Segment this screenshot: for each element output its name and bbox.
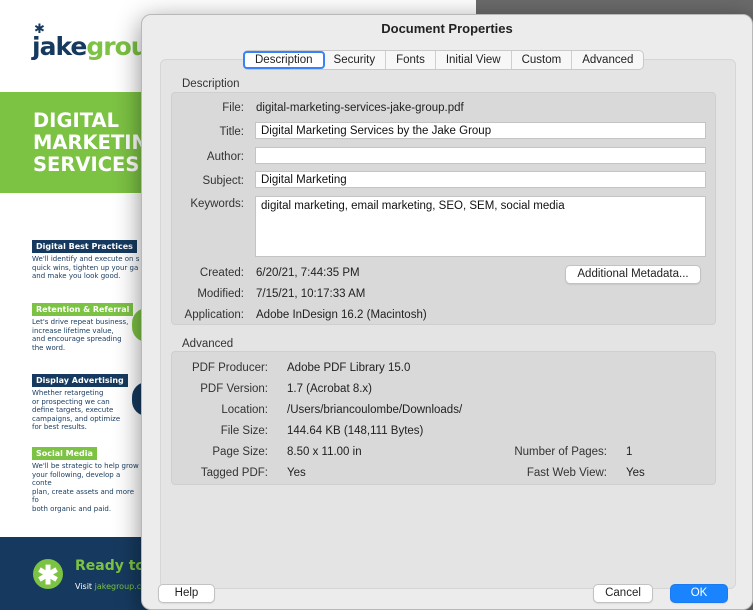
- author-field[interactable]: [255, 147, 706, 164]
- description-group-box: File: digital-marketing-services-jake-gr…: [171, 92, 716, 325]
- title-label: Title:: [219, 126, 245, 138]
- subject-field[interactable]: [255, 171, 706, 188]
- ok-button[interactable]: OK: [670, 584, 728, 603]
- service-description: We'll identify and execute on s quick wi…: [32, 255, 140, 280]
- service-tag: Digital Best Practices: [32, 240, 137, 253]
- tab-fonts[interactable]: Fonts: [386, 51, 436, 69]
- service-block: Digital Best Practices We'll identify an…: [32, 238, 142, 281]
- tab-content-panel: Description File: digital-marketing-serv…: [160, 59, 736, 589]
- fast-web-view-value: Yes: [626, 467, 645, 479]
- help-button[interactable]: Help: [158, 584, 215, 603]
- pdf-version-value: 1.7 (Acrobat 8.x): [287, 383, 373, 395]
- page-size-label: Page Size:: [212, 446, 268, 458]
- fast-web-view-label: Fast Web View:: [526, 467, 607, 479]
- author-label: Author:: [206, 151, 244, 163]
- tab-initial-view[interactable]: Initial View: [436, 51, 512, 69]
- tagged-pdf-value: Yes: [287, 467, 306, 479]
- tab-description[interactable]: Description: [243, 51, 325, 69]
- service-tag: Retention & Referral: [32, 303, 134, 316]
- modified-value: 7/15/21, 10:17:33 AM: [256, 288, 366, 300]
- file-value: digital-marketing-services-jake-group.pd…: [256, 102, 464, 114]
- cancel-button[interactable]: Cancel: [593, 584, 653, 603]
- tab-security[interactable]: Security: [324, 51, 387, 69]
- service-block: Social Media We'll be strategic to help …: [32, 445, 142, 513]
- tab-advanced[interactable]: Advanced: [572, 51, 643, 69]
- number-of-pages-label: Number of Pages:: [514, 446, 607, 458]
- keywords-field[interactable]: digital marketing, email marketing, SEO,…: [255, 196, 706, 257]
- number-of-pages-value: 1: [626, 446, 633, 458]
- advanced-group-box: PDF Producer: Adobe PDF Library 15.0 PDF…: [171, 351, 716, 485]
- pdf-producer-value: Adobe PDF Library 15.0: [287, 362, 411, 374]
- page-size-value: 8.50 x 11.00 in: [287, 446, 362, 458]
- file-size-label: File Size:: [220, 425, 268, 437]
- service-block: Display Advertising Whether retargeting …: [32, 372, 142, 432]
- service-description: We'll be strategic to help grow your fol…: [32, 462, 139, 513]
- keywords-label: Keywords:: [190, 198, 244, 210]
- service-tag: Social Media: [32, 447, 97, 460]
- created-value: 6/20/21, 7:44:35 PM: [256, 267, 360, 279]
- location-value: /Users/briancoulombe/Downloads/: [287, 404, 463, 416]
- service-tag: Display Advertising: [32, 374, 128, 387]
- tab-bar: Description Security Fonts Initial View …: [243, 50, 645, 70]
- additional-metadata-button[interactable]: Additional Metadata...: [565, 265, 701, 284]
- pdf-version-label: PDF Version:: [200, 383, 268, 395]
- service-block: Retention & Referral Let's drive repeat …: [32, 301, 142, 352]
- created-label: Created:: [199, 267, 244, 279]
- tagged-pdf-label: Tagged PDF:: [200, 467, 268, 479]
- service-description: Let's drive repeat business, increase li…: [32, 318, 129, 352]
- dialog-title: Document Properties: [381, 21, 513, 36]
- modified-label: Modified:: [197, 288, 244, 300]
- application-label: Application:: [184, 309, 244, 321]
- application-value: Adobe InDesign 16.2 (Macintosh): [256, 309, 427, 321]
- service-description: Whether retargeting or prospecting we ca…: [32, 389, 121, 431]
- file-size-value: 144.64 KB (148,111 Bytes): [287, 425, 424, 437]
- document-properties-dialog: Document Properties Description Security…: [141, 14, 753, 610]
- footer-visit-text: Visit jakegroup.c: [75, 582, 142, 591]
- footer-link[interactable]: jakegroup.c: [95, 582, 142, 591]
- asterisk-icon: ✱: [33, 559, 63, 590]
- tab-custom[interactable]: Custom: [512, 51, 573, 69]
- file-label: File:: [222, 102, 244, 114]
- advanced-section-label: Advanced: [182, 338, 234, 350]
- description-section-label: Description: [182, 78, 240, 90]
- asterisk-icon: ✱: [34, 22, 45, 37]
- location-label: Location:: [221, 404, 268, 416]
- title-field[interactable]: [255, 122, 706, 139]
- hero-title: DIGITAL MARKETING SERVICES: [33, 109, 164, 176]
- subject-label: Subject:: [202, 175, 244, 187]
- pdf-producer-label: PDF Producer:: [191, 362, 268, 374]
